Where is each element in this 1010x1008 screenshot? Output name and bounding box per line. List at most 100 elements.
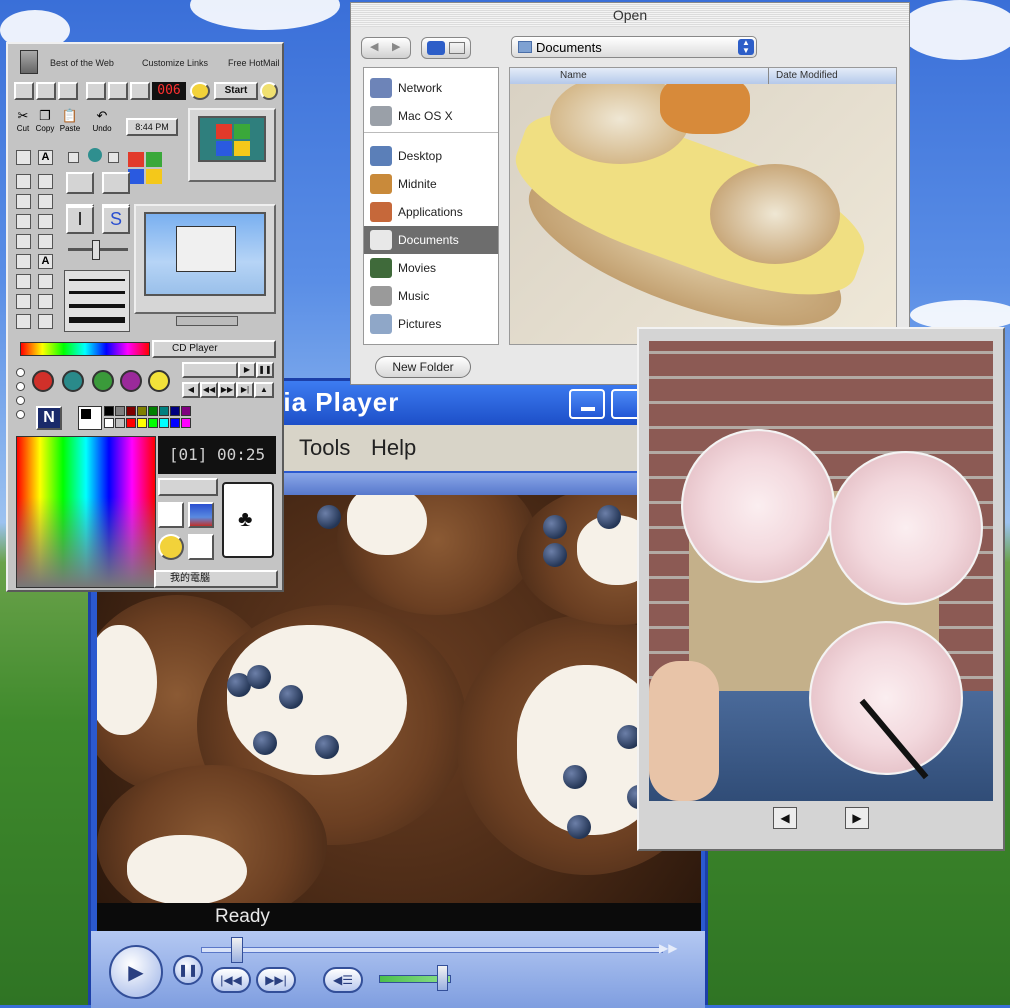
column-date[interactable]: Date Modified (776, 70, 838, 81)
start-button[interactable]: Start (214, 82, 258, 100)
palette-swatch[interactable] (104, 418, 114, 428)
tool-text-icon[interactable]: A (38, 150, 53, 165)
tool-curve-icon[interactable]: A (38, 254, 53, 269)
tool-rect-icon[interactable] (16, 274, 31, 289)
sidebar-item-movies[interactable]: Movies (364, 254, 498, 282)
red-circle-button[interactable] (32, 370, 54, 392)
mute-button[interactable]: ◀☰ (323, 967, 363, 993)
menu-tools[interactable]: Tools (299, 435, 350, 461)
cards-icon[interactable] (188, 534, 214, 560)
toolbar-icon-button[interactable] (86, 82, 106, 100)
tool-line-icon[interactable] (16, 254, 31, 269)
menu-help[interactable]: Help (371, 435, 416, 461)
play-button[interactable]: ▶ (109, 945, 163, 999)
cd-pause-button[interactable]: ❚❚ (256, 362, 274, 378)
desktop-preview-icon[interactable] (134, 204, 276, 314)
sidebar-item-midnite[interactable]: Midnite (364, 170, 498, 198)
palette-swatch[interactable] (148, 418, 158, 428)
tool-s-icon[interactable]: S (102, 206, 130, 234)
checkbox-icon[interactable] (68, 152, 79, 163)
cd-next-button[interactable]: ▶| (236, 382, 254, 398)
tool-ellipse-icon[interactable] (16, 294, 31, 309)
palette-swatch[interactable] (104, 406, 114, 416)
cd-forward-button[interactable]: ▶▶ (218, 382, 236, 398)
recycle-bin-icon[interactable] (20, 50, 38, 74)
tool-shape2-icon[interactable] (38, 314, 53, 329)
stop-button[interactable]: ❚❚ (173, 955, 203, 985)
sidebar-item-desktop[interactable]: Desktop (364, 142, 498, 170)
palette-swatch[interactable] (137, 418, 147, 428)
palette-swatch[interactable] (137, 406, 147, 416)
window-icon-button[interactable] (102, 172, 130, 194)
slider-thumb[interactable] (92, 240, 100, 260)
palette-swatch[interactable] (159, 418, 169, 428)
copy-tool[interactable]: ❐ Copy (34, 108, 56, 138)
next-photo-button[interactable]: ▶ (845, 807, 869, 829)
seek-thumb[interactable] (231, 937, 243, 963)
smiley-button[interactable] (190, 82, 210, 100)
netscape-icon[interactable]: N (36, 406, 62, 430)
tool-pencil-icon[interactable] (16, 214, 31, 229)
toolbar-icon-button[interactable] (130, 82, 150, 100)
tool-eraser-icon[interactable] (16, 194, 31, 209)
tool-shape-icon[interactable] (16, 314, 31, 329)
sidebar-item-music[interactable]: Music (364, 282, 498, 310)
tool-fill-icon[interactable] (38, 194, 53, 209)
link-best-of-web[interactable]: Best of the Web (50, 58, 114, 68)
tool-poly-icon[interactable] (38, 274, 53, 289)
back-forward-buttons[interactable]: ◀ ▶ (361, 37, 411, 59)
cd-prev-button[interactable]: ◀ (182, 382, 200, 398)
paste-tool[interactable]: 📋 Paste (58, 108, 82, 138)
color-spectrum[interactable] (16, 436, 156, 588)
previous-photo-button[interactable]: ◀ (773, 807, 797, 829)
cd-play-button[interactable]: ▶ (238, 362, 256, 378)
my-computer-button[interactable]: 我的電腦 (154, 570, 278, 588)
palette-swatch[interactable] (148, 406, 158, 416)
seek-track[interactable] (201, 947, 663, 953)
palette-swatch[interactable] (170, 406, 180, 416)
sidebar-item-documents[interactable]: Documents (364, 226, 498, 254)
column-name[interactable]: Name (560, 70, 587, 81)
new-folder-button[interactable]: New Folder (375, 356, 471, 378)
tool-magnify-icon[interactable] (38, 214, 53, 229)
tool-lasso-icon[interactable] (16, 174, 31, 189)
monitor-icon[interactable] (188, 108, 276, 182)
palette-swatch[interactable] (170, 418, 180, 428)
palette-swatch[interactable] (115, 406, 125, 416)
link-hotmail[interactable]: Free HotMail (228, 58, 280, 68)
green-circle-button[interactable] (92, 370, 114, 392)
location-popup[interactable]: Documents ▲ ▼ (511, 36, 757, 58)
cd-icon-button[interactable] (260, 82, 278, 100)
checkbox-icon[interactable] (108, 152, 119, 163)
playing-card-icon[interactable]: ♣ (222, 482, 274, 558)
teal-circle-button[interactable] (62, 370, 84, 392)
toolbar-icon-button[interactable] (58, 82, 78, 100)
toolbar-icon-button[interactable] (108, 82, 128, 100)
tool-i-icon[interactable]: I (66, 206, 94, 234)
radio-option[interactable] (16, 382, 25, 391)
previous-button[interactable]: |◀◀ (211, 967, 251, 993)
window-icon-button[interactable] (66, 172, 94, 194)
minimize-button[interactable] (569, 389, 605, 419)
volume-thumb[interactable] (437, 965, 448, 991)
cd-player-button[interactable]: CD Player (152, 340, 276, 358)
panda-icon[interactable] (158, 502, 184, 528)
undo-tool[interactable]: ↶ Undo (90, 108, 114, 138)
link-customize[interactable]: Customize Links (142, 58, 208, 68)
cd-eject-button[interactable]: ▲ (254, 382, 274, 398)
tool-pick-icon[interactable] (38, 174, 53, 189)
landscape-icon[interactable] (188, 502, 214, 528)
view-mode-buttons[interactable] (421, 37, 471, 59)
palette-swatch[interactable] (115, 418, 125, 428)
sidebar-item-applications[interactable]: Applications (364, 198, 498, 226)
radio-option[interactable] (16, 368, 25, 377)
smiley-icon[interactable] (158, 534, 184, 560)
color-gradient-bar[interactable] (20, 342, 150, 356)
yellow-circle-button[interactable] (148, 370, 170, 392)
radio-option[interactable] (16, 410, 25, 419)
line-widths[interactable] (64, 270, 130, 332)
cd-track-field[interactable] (182, 362, 238, 378)
toolbar-icon-button[interactable] (36, 82, 56, 100)
sidebar-item-pictures[interactable]: Pictures (364, 310, 498, 338)
toolbar-icon-button[interactable] (14, 82, 34, 100)
